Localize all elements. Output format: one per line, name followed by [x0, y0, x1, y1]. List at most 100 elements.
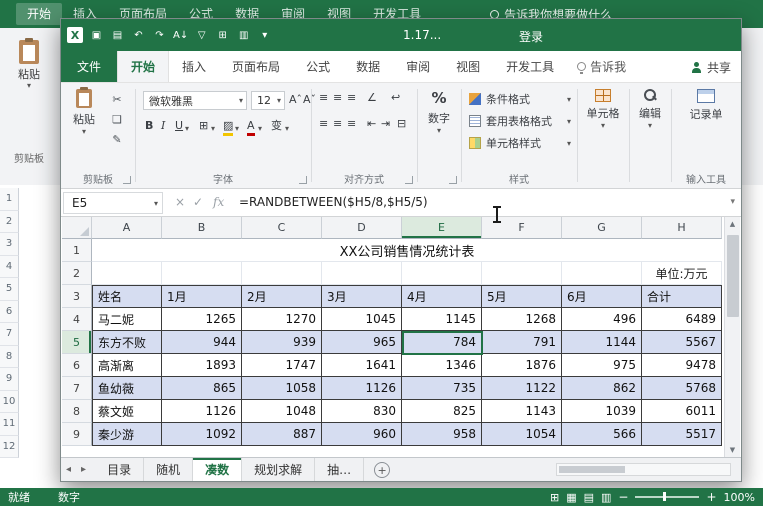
data-cell[interactable]: 496	[562, 308, 642, 331]
data-cell[interactable]: 939	[242, 331, 322, 354]
empty-cell[interactable]	[482, 262, 562, 285]
column-header-D[interactable]: D	[322, 217, 402, 239]
normal-view-button[interactable]: ▦	[566, 492, 576, 503]
sign-in-button[interactable]: 登录	[519, 28, 543, 45]
ribbon-tab-1[interactable]: 开始	[117, 51, 170, 82]
expand-formula-bar-icon[interactable]: ▾	[730, 197, 735, 207]
data-cell[interactable]: 1265	[162, 308, 242, 331]
data-cell[interactable]: 1346	[402, 354, 482, 377]
customize-qat-icon[interactable]: ▾	[257, 26, 272, 44]
freeze-panes-icon[interactable]: ⊞	[215, 26, 230, 44]
column-header-A[interactable]: A	[92, 217, 162, 239]
record-form-button[interactable]: 记录单	[681, 89, 731, 122]
align-middle-button[interactable]: ≡	[333, 91, 342, 105]
data-cell[interactable]: 965	[322, 331, 402, 354]
data-cell[interactable]: 东方不败	[92, 331, 162, 354]
bold-button[interactable]: B	[145, 119, 153, 133]
row-header-4[interactable]: 4	[62, 308, 92, 331]
data-cell[interactable]: 1126	[322, 377, 402, 400]
ribbon-tab-6[interactable]: 审阅	[393, 51, 443, 82]
cancel-button[interactable]: ×	[175, 195, 185, 209]
conditional-formatting-button[interactable]: 条件格式 ▾	[469, 90, 571, 108]
empty-cell[interactable]	[402, 262, 482, 285]
data-cell[interactable]: 1876	[482, 354, 562, 377]
share-button[interactable]: 共享	[691, 51, 731, 83]
italic-button[interactable]: I	[161, 119, 165, 133]
tell-me-tab[interactable]: 告诉我	[567, 51, 636, 82]
decrease-indent-button[interactable]: ⇤	[367, 117, 376, 131]
data-cell[interactable]: 6011	[642, 400, 722, 423]
sheet-tab-1[interactable]: 目录	[95, 458, 145, 481]
window-title-bar[interactable]: X ▣ ▤ ↶ ↷ A↓ ▽ ⊞ ▥ ▾ 1.17... 登录	[61, 19, 741, 51]
underline-button[interactable]: U	[175, 119, 183, 133]
background-ribbon-tab-1[interactable]: 开始	[16, 3, 63, 25]
page-layout-view-button[interactable]: ▤	[584, 492, 594, 503]
select-all-button[interactable]	[62, 217, 92, 239]
align-top-button[interactable]: ≡	[319, 91, 328, 105]
zoom-slider-thumb[interactable]	[663, 492, 667, 501]
data-cell[interactable]: 566	[562, 423, 642, 446]
data-cell[interactable]: 1268	[482, 308, 562, 331]
column-header-B[interactable]: B	[162, 217, 242, 239]
unit-note-cell[interactable]: 单位:万元	[642, 262, 722, 285]
row-header-8[interactable]: 8	[62, 400, 92, 423]
data-cell[interactable]: 960	[322, 423, 402, 446]
column-header-H[interactable]: H	[642, 217, 722, 239]
sheet-tab-2[interactable]: 随机	[144, 458, 194, 481]
row-header-5[interactable]: 5	[62, 331, 92, 354]
zoom-level[interactable]: 100%	[724, 491, 755, 504]
enter-button[interactable]: ✓	[193, 195, 203, 209]
ribbon-tab-3[interactable]: 页面布局	[219, 51, 293, 82]
zoom-slider[interactable]	[635, 492, 700, 501]
vertical-scrollbar[interactable]: ▲ ▼	[724, 217, 740, 457]
data-cell[interactable]: 1048	[242, 400, 322, 423]
ribbon-tab-7[interactable]: 视图	[443, 51, 493, 82]
wrap-text-button[interactable]: ↩	[391, 91, 400, 105]
data-cell[interactable]: 1145	[402, 308, 482, 331]
font-color-button[interactable]: A	[247, 119, 255, 136]
font-name-select[interactable]: 微软雅黑 ▾	[143, 91, 247, 110]
insert-function-button[interactable]: fx	[213, 195, 224, 209]
column-header-E[interactable]: E	[402, 217, 482, 239]
scroll-down-icon[interactable]: ▼	[725, 443, 740, 457]
data-cell[interactable]: 830	[322, 400, 402, 423]
table-title-cell[interactable]: XX公司销售情况统计表	[92, 239, 722, 262]
format-as-table-button[interactable]: 套用表格格式 ▾	[469, 112, 571, 130]
sheet-nav-right-icon[interactable]: ▸	[76, 458, 91, 481]
empty-cell[interactable]	[92, 262, 162, 285]
data-cell[interactable]: 784	[402, 331, 482, 354]
zoom-out-button[interactable]: −	[618, 491, 628, 503]
increase-indent-button[interactable]: ⇥	[381, 117, 390, 131]
chevron-down-icon[interactable]: ▾	[258, 122, 262, 136]
ribbon-tab-8[interactable]: 开发工具	[493, 51, 567, 82]
file-tab[interactable]: 文件	[61, 51, 118, 82]
table-header-cell[interactable]: 6月	[562, 285, 642, 308]
scroll-up-icon[interactable]: ▲	[725, 217, 740, 231]
table-header-cell[interactable]: 2月	[242, 285, 322, 308]
zoom-in-button[interactable]: +	[706, 491, 716, 503]
data-cell[interactable]: 5567	[642, 331, 722, 354]
align-right-button[interactable]: ≡	[347, 117, 356, 131]
row-header-6[interactable]: 6	[62, 354, 92, 377]
data-cell[interactable]: 鱼幼薇	[92, 377, 162, 400]
chevron-down-icon[interactable]: ▾	[211, 122, 215, 136]
font-size-select[interactable]: 12 ▾	[251, 91, 285, 110]
data-cell[interactable]: 5517	[642, 423, 722, 446]
merge-center-button[interactable]: ⊟	[397, 117, 406, 131]
alignment-dialog-launcher[interactable]	[405, 176, 413, 184]
data-cell[interactable]: 944	[162, 331, 242, 354]
data-cell[interactable]: 1143	[482, 400, 562, 423]
data-cell[interactable]: 9478	[642, 354, 722, 377]
chevron-down-icon[interactable]: ▾	[185, 122, 189, 136]
table-header-cell[interactable]: 姓名	[92, 285, 162, 308]
data-cell[interactable]: 6489	[642, 308, 722, 331]
data-cell[interactable]: 865	[162, 377, 242, 400]
empty-cell[interactable]	[162, 262, 242, 285]
align-bottom-button[interactable]: ≡	[347, 91, 356, 105]
data-cell[interactable]: 1747	[242, 354, 322, 377]
formula-input[interactable]: =RANDBETWEEN($H5/8,$H5/5)	[239, 195, 428, 209]
empty-cell[interactable]	[242, 262, 322, 285]
chevron-down-icon[interactable]: ▾	[235, 122, 239, 136]
ribbon-tab-5[interactable]: 数据	[343, 51, 393, 82]
table-header-cell[interactable]: 合计	[642, 285, 722, 308]
